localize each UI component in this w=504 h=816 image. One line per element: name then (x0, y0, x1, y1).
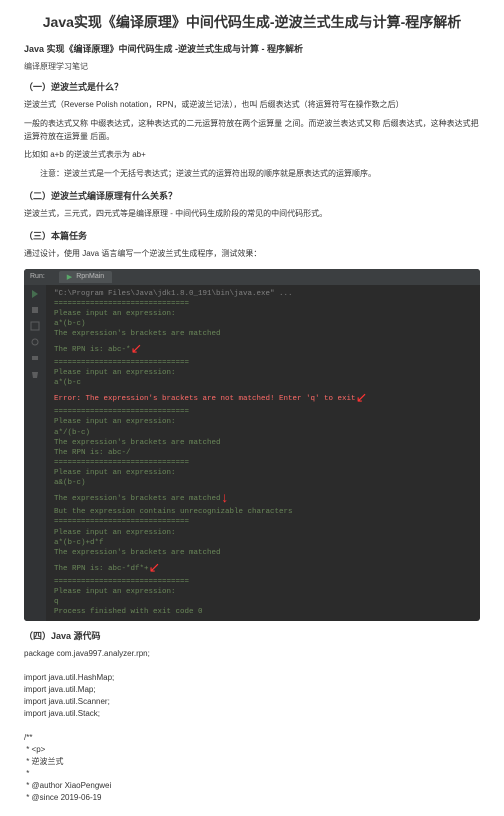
code-line: import java.util.Stack; (24, 708, 480, 720)
code-line: package com.java997.analyzer.rpn; (24, 648, 480, 660)
code-line: * @author XiaoPengwei (24, 780, 480, 792)
terminal-line: ============================== (54, 577, 472, 587)
terminal-line: Please input an expression: (54, 309, 472, 319)
code-line (24, 660, 480, 672)
terminal-line: Please input an expression: (54, 468, 472, 478)
section-2-p1: 逆波兰式，三元式，四元式等是编译原理 - 中间代码生成阶段的常见的中间代码形式。 (24, 208, 480, 221)
code-line: import java.util.Map; (24, 684, 480, 696)
terminal-line: ============================== (54, 407, 472, 417)
layout-icon[interactable] (30, 321, 40, 331)
terminal-line: "C:\Program Files\Java\jdk1.8.0_191\bin\… (54, 289, 472, 299)
terminal-line: The RPN is: abc-/ (54, 448, 472, 458)
code-line: * 逆波兰式 (24, 756, 480, 768)
terminal-panel: Run: ▶ RpnMain "C:\Program Files\Java\jd… (24, 269, 480, 622)
terminal-header: Run: ▶ RpnMain (24, 269, 480, 285)
terminal-line: a*(b-c)+d*f (54, 538, 472, 548)
terminal-line: Process finished with exit code 0 (54, 607, 472, 617)
trash-icon[interactable] (30, 369, 40, 379)
source-code: package com.java997.analyzer.rpn; import… (24, 648, 480, 804)
code-line: /** (24, 732, 480, 744)
section-3-p1: 通过设计，使用 Java 语言编写一个逆波兰式生成程序，测试效果： (24, 248, 480, 261)
terminal-line: Please input an expression: (54, 417, 472, 427)
terminal-line: ============================== (54, 299, 472, 309)
terminal-line: ============================== (54, 358, 472, 368)
code-line: * @since 2019-06-19 (24, 792, 480, 804)
terminal-line: But the expression contains unrecognizab… (54, 507, 472, 517)
annotation-arrow: ↙ (149, 560, 161, 579)
terminal-gutter (24, 285, 46, 622)
terminal-line: The expression's brackets are matched (54, 548, 472, 558)
annotation-arrow: ↙ (356, 390, 368, 409)
terminal-line: a*(b-c (54, 378, 472, 388)
terminal-tab[interactable]: ▶ RpnMain (59, 271, 112, 283)
terminal-line: The RPN is: abc-*df*+ ↙ (54, 558, 472, 577)
terminal-line: The expression's brackets are matched ↓ (54, 488, 472, 507)
code-line: * <p> (24, 744, 480, 756)
stop-icon[interactable] (30, 305, 40, 315)
section-3-heading: （三）本篇任务 (24, 229, 480, 242)
terminal-output: "C:\Program Files\Java\jdk1.8.0_191\bin\… (46, 285, 480, 622)
run-icon: ▶ (67, 273, 72, 281)
code-line: * (24, 768, 480, 780)
code-line: import java.util.Scanner; (24, 696, 480, 708)
terminal-line: q (54, 597, 472, 607)
terminal-tab-label: RpnMain (76, 273, 104, 280)
section-1-heading: （一）逆波兰式是什么？ (24, 80, 480, 93)
note-text: 编译原理学习笔记 (24, 61, 480, 72)
terminal-line: ============================== (54, 517, 472, 527)
section-1-p2: 一般的表达式又称 中缀表达式，这种表达式的二元运算符放在两个运算量 之间。而逆波… (24, 118, 480, 144)
section-4-heading: （四）Java 源代码 (24, 629, 480, 642)
print-icon[interactable] (30, 353, 40, 363)
annotation-arrow: ↓ (221, 490, 229, 509)
run-label: Run: (30, 273, 45, 280)
section-1-p3: 比如如 a+b 的逆波兰式表示为 ab+ (24, 149, 480, 162)
terminal-line: a*(b-c) (54, 319, 472, 329)
section-2-heading: （二）逆波兰式编译原理有什么关系？ (24, 189, 480, 202)
page-title: Java实现《编译原理》中间代码生成-逆波兰式生成与计算-程序解析 (24, 12, 480, 32)
play-icon[interactable] (30, 289, 40, 299)
terminal-line: The expression's brackets are matched (54, 438, 472, 448)
terminal-line: Please input an expression: (54, 587, 472, 597)
terminal-line: The expression's brackets are matched (54, 329, 472, 339)
section-1-p1: 逆波兰式（Reverse Polish notation，RPN，或逆波兰记法）… (24, 99, 480, 112)
terminal-line: The RPN is: abc-* ↙ (54, 339, 472, 358)
section-1-p4: 注意：逆波兰式是一个无括号表达式；逆波兰式的运算符出现的顺序就是原表达式的运算顺… (24, 168, 480, 181)
terminal-line: a*/(b-c) (54, 428, 472, 438)
code-line: import java.util.HashMap; (24, 672, 480, 684)
settings-icon[interactable] (30, 337, 40, 347)
terminal-line: Please input an expression: (54, 528, 472, 538)
terminal-line: Please input an expression: (54, 368, 472, 378)
annotation-arrow: ↙ (131, 341, 143, 360)
terminal-line: Error: The expression's brackets are not… (54, 388, 472, 407)
terminal-line: ============================== (54, 458, 472, 468)
code-line (24, 720, 480, 732)
terminal-line: a&(b-c) (54, 478, 472, 488)
subtitle: Java 实现《编译原理》中间代码生成 -逆波兰式生成与计算 - 程序解析 (24, 42, 480, 55)
